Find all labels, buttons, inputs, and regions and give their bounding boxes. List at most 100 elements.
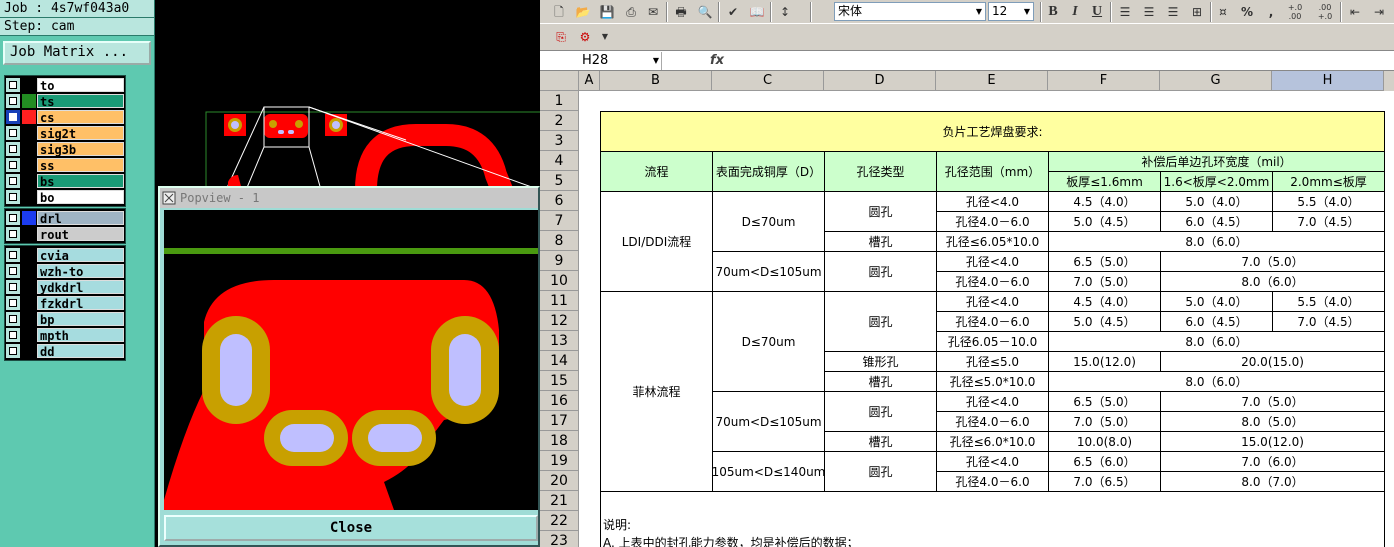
layer-color-swatch[interactable] [22, 190, 36, 204]
layer-color-swatch[interactable] [22, 344, 36, 358]
row-header[interactable]: 21 [540, 491, 579, 511]
layer-row-ydkdrl[interactable]: ydkdrl [6, 279, 124, 295]
new-file-icon[interactable]: 🗋 [550, 3, 568, 21]
name-box[interactable]: H28 [542, 52, 662, 70]
spelling-icon[interactable]: ✔ [724, 3, 742, 21]
layer-name[interactable]: cvia [37, 248, 124, 263]
row-header[interactable]: 10 [540, 271, 579, 291]
row-header[interactable]: 23 [540, 531, 579, 547]
table-cell[interactable]: 4.5（4.0） [1048, 291, 1161, 312]
notes-cell[interactable]: 说明: A. 上表中的封孔能力参数，均是补偿后的数据； [600, 491, 1385, 547]
layer-checkbox[interactable] [6, 328, 20, 342]
increase-decimal-button[interactable]: +.0 .00 [1282, 3, 1308, 21]
layer-color-swatch[interactable] [22, 328, 36, 342]
layer-color-swatch[interactable] [22, 248, 36, 262]
bold-button[interactable]: B [1044, 3, 1062, 21]
row-header[interactable]: 18 [540, 431, 579, 451]
chevron-down-icon[interactable]: ▼ [650, 52, 662, 69]
toolbar-options-icon[interactable]: ▼ [596, 28, 614, 46]
table-cell[interactable]: D≤70um [712, 291, 825, 392]
layer-checkbox[interactable] [6, 142, 20, 156]
layer-name[interactable]: dd [37, 344, 124, 359]
layer-checkbox[interactable] [6, 94, 20, 108]
row-header[interactable]: 12 [540, 311, 579, 331]
table-cell[interactable]: 8.0（7.0） [1160, 471, 1385, 492]
underline-button[interactable]: U [1088, 3, 1106, 21]
table-cell[interactable]: 孔径<4.0 [936, 291, 1049, 312]
table-cell[interactable]: 7.0（5.0） [1160, 251, 1385, 272]
table-cell[interactable]: 8.0（6.0） [1048, 331, 1385, 352]
table-cell[interactable]: 槽孔 [824, 231, 937, 252]
table-cell[interactable]: 5.5（4.0） [1272, 291, 1385, 312]
table-cell[interactable]: 7.0（4.5） [1272, 311, 1385, 332]
layer-checkbox[interactable] [6, 248, 20, 262]
layer-name[interactable]: rout [37, 227, 124, 242]
worksheet-grid[interactable]: ABCDEFGH 1 2 3 4 5 6 7 8 9 10 11 12 13 14 15 16 17 18 19 20… [540, 71, 1394, 547]
column-header[interactable]: F [1048, 71, 1160, 91]
layer-name[interactable]: fzkdrl [37, 296, 124, 311]
table-cell[interactable]: 孔径≤6.05*10.0 [936, 231, 1049, 252]
table-header-cell[interactable]: 1.6<板厚<2.0mm [1160, 171, 1273, 192]
table-cell[interactable]: 10.0(8.0) [1048, 431, 1161, 452]
table-cell[interactable]: 孔径≤5.0*10.0 [936, 371, 1049, 392]
table-cell[interactable]: LDI/DDI流程 [600, 191, 713, 292]
row-header[interactable]: 20 [540, 471, 579, 491]
align-right-icon[interactable]: ☰ [1164, 3, 1182, 21]
print-preview-icon[interactable]: 🔍 [696, 3, 714, 21]
layer-color-swatch[interactable] [22, 264, 36, 278]
table-header-cell[interactable]: 补偿后单边孔环宽度（mil） [1048, 151, 1385, 172]
table-cell[interactable]: 5.0（4.5） [1048, 311, 1161, 332]
layer-row-sig3b[interactable]: sig3b [6, 141, 124, 157]
table-cell[interactable]: 孔径4.0－6.0 [936, 411, 1049, 432]
layer-color-swatch[interactable] [22, 312, 36, 326]
layer-row-bo[interactable]: bo [6, 189, 124, 205]
layer-row-drl[interactable]: drl [6, 210, 124, 226]
table-cell[interactable]: 孔径4.0－6.0 [936, 271, 1049, 292]
increase-indent-icon[interactable]: ⇥ [1370, 3, 1388, 21]
font-name-select[interactable]: 宋体 ▼ [834, 2, 986, 21]
pdf-settings-icon[interactable]: ⚙ [576, 28, 594, 46]
column-header[interactable]: E [936, 71, 1048, 91]
layer-row-cs[interactable]: cs [6, 109, 124, 125]
column-header[interactable]: C [712, 71, 824, 91]
layer-row-mpth[interactable]: mpth [6, 327, 124, 343]
row-header[interactable]: 3 [540, 131, 579, 151]
table-header-cell[interactable]: 孔径范围（mm） [936, 151, 1049, 192]
table-cell[interactable]: 孔径4.0－6.0 [936, 471, 1049, 492]
layer-checkbox[interactable] [6, 312, 20, 326]
table-cell[interactable]: 圆孔 [824, 451, 937, 492]
layer-color-swatch[interactable] [22, 78, 36, 92]
layer-color-swatch[interactable] [22, 280, 36, 294]
table-cell[interactable]: 7.0（6.5） [1048, 471, 1161, 492]
layer-checkbox[interactable] [6, 264, 20, 278]
layer-color-swatch[interactable] [22, 142, 36, 156]
layer-row-dd[interactable]: dd [6, 343, 124, 359]
table-cell[interactable]: 圆孔 [824, 251, 937, 292]
table-header-cell[interactable]: 孔径类型 [824, 151, 937, 192]
column-header[interactable]: B [600, 71, 712, 91]
decrease-indent-icon[interactable]: ⇤ [1346, 3, 1364, 21]
print-icon[interactable]: 🖶 [672, 3, 690, 21]
table-cell[interactable]: 5.0（4.0） [1160, 191, 1273, 212]
table-cell[interactable]: 7.0（5.0） [1048, 271, 1161, 292]
table-cell[interactable]: 孔径<4.0 [936, 191, 1049, 212]
table-cell[interactable]: 70um<D≤105um [712, 391, 825, 452]
layer-name[interactable]: mpth [37, 328, 124, 343]
table-cell[interactable]: 菲林流程 [600, 291, 713, 492]
table-cell[interactable]: 4.5（4.0） [1048, 191, 1161, 212]
column-header[interactable]: A [579, 71, 600, 91]
select-all-corner[interactable] [540, 71, 579, 91]
table-cell[interactable]: 锥形孔 [824, 351, 937, 372]
layer-checkbox[interactable] [6, 280, 20, 294]
row-header[interactable]: 13 [540, 331, 579, 351]
layer-name[interactable]: ss [37, 158, 124, 173]
layer-color-swatch[interactable] [22, 110, 36, 124]
sort-icon[interactable]: ↕ [776, 3, 794, 21]
table-title-cell[interactable]: 负片工艺焊盘要求: [600, 111, 1385, 152]
table-cell[interactable]: 8.0（5.0） [1160, 411, 1385, 432]
percent-button[interactable]: % [1238, 3, 1256, 21]
layer-color-swatch[interactable] [22, 94, 36, 108]
layer-checkbox[interactable] [6, 296, 20, 310]
close-button[interactable]: Close [164, 515, 538, 541]
layer-row-ss[interactable]: ss [6, 157, 124, 173]
